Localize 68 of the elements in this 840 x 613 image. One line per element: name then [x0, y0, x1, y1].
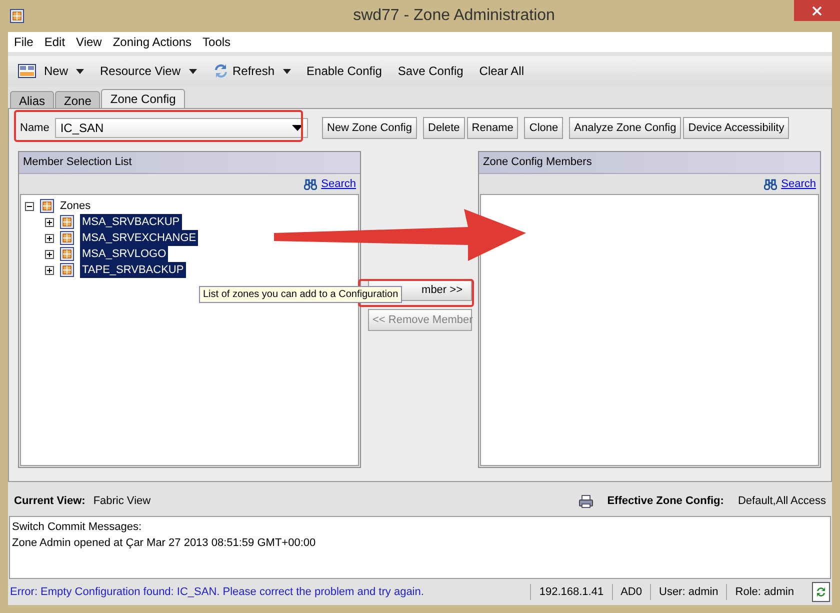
toolbar-button[interactable]: Save Config: [392, 59, 470, 83]
tree-item[interactable]: MSA_SRVEXCHANGE: [80, 230, 198, 246]
status-field: AD0: [612, 584, 650, 600]
expand-icon[interactable]: [45, 234, 54, 242]
expand-icon[interactable]: [45, 266, 54, 274]
zone-icon: [60, 231, 74, 245]
folder-icon: [40, 199, 54, 213]
app-icon: [10, 9, 24, 23]
printer-icon[interactable]: [579, 494, 594, 508]
view-value: Fabric View: [93, 494, 151, 509]
search-link[interactable]: Search: [781, 176, 816, 192]
tree-item[interactable]: Zones: [60, 198, 91, 214]
menu-item[interactable]: Edit: [44, 33, 66, 51]
tree-item[interactable]: TAPE_SRVBACKUP: [80, 262, 186, 278]
caret-icon: [76, 68, 84, 74]
menu-item[interactable]: View: [76, 33, 102, 51]
menu-item[interactable]: Zoning Actions: [112, 33, 192, 51]
tooltip: List of zones you can add to a Configuration: [199, 286, 402, 303]
close-icon: [812, 6, 822, 16]
tab[interactable]: Zone Config: [101, 89, 185, 108]
tab[interactable]: Zone: [55, 91, 100, 108]
field-label: Name: [20, 120, 50, 136]
search-link[interactable]: Search: [321, 176, 356, 192]
action-button[interactable]: Device Accessibility: [683, 117, 790, 139]
action-button[interactable]: Clone: [524, 117, 564, 139]
binoculars-icon: [764, 178, 778, 190]
window-title: swd77 - Zone Administration: [352, 6, 556, 26]
sync-icon: [815, 585, 827, 599]
action-button[interactable]: Analyze Zone Config: [569, 117, 682, 139]
action-button[interactable]: New Zone Config: [322, 117, 417, 139]
expand-icon[interactable]: [45, 218, 54, 226]
caret-icon: [188, 68, 196, 74]
view-label: Current View:: [14, 494, 86, 509]
window-icon: [18, 64, 36, 78]
action-button[interactable]: Rename: [466, 117, 518, 139]
toolbar-button[interactable]: Refresh: [206, 59, 297, 83]
toolbar-button[interactable]: Resource View: [94, 59, 202, 83]
toolbar-button[interactable]: Clear All: [473, 59, 530, 83]
tab[interactable]: Alias: [10, 91, 54, 108]
status-field: User: admin: [650, 584, 726, 600]
menu-item[interactable]: File: [14, 33, 34, 51]
panel-header: Zone Config Members: [479, 152, 820, 174]
name-dropdown[interactable]: IC_SAN: [55, 118, 308, 138]
action-button[interactable]: Delete: [423, 117, 465, 139]
message-line: Switch Commit Messages:: [12, 520, 143, 535]
binoculars-icon: [304, 178, 318, 190]
toolbar-button[interactable]: New: [12, 59, 90, 83]
zone-icon: [60, 247, 74, 261]
caret-icon: [292, 125, 303, 131]
error-message: Error: Empty Configuration found: IC_SAN. Please correct the problem and try again.: [10, 584, 425, 600]
status-field: 192.168.1.41: [530, 584, 612, 600]
refresh-icon: [212, 63, 228, 79]
tree-item[interactable]: MSA_SRVBACKUP: [80, 214, 182, 230]
zone-icon: [60, 215, 74, 229]
message-line: Zone Admin opened at Çar Mar 27 2013 08:51:59 GMT+00:00: [12, 536, 317, 551]
toolbar-button[interactable]: Enable Config: [300, 59, 388, 83]
sync-button[interactable]: [812, 582, 830, 602]
tree-item[interactable]: MSA_SRVLOGO: [80, 246, 168, 262]
effective-label: Effective Zone Config:: [607, 494, 724, 509]
status-field: Role: admin: [726, 584, 802, 600]
zone-icon: [60, 263, 74, 277]
effective-value: Default,All Access: [738, 494, 826, 509]
menu-item[interactable]: Tools: [202, 33, 231, 51]
caret-icon: [282, 68, 291, 74]
expand-icon[interactable]: [45, 250, 54, 258]
collapse-icon[interactable]: [25, 202, 34, 210]
panel-header: Member Selection List: [19, 152, 360, 174]
close-button[interactable]: [794, 0, 840, 21]
